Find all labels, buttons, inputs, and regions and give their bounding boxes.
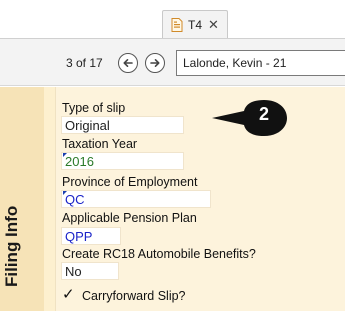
close-icon[interactable]: ✕: [208, 18, 219, 31]
pension-plan-value: QPP: [65, 229, 93, 244]
taxation-year-value: 2016: [65, 154, 94, 169]
section-title: Filing Info: [2, 206, 22, 287]
client-selector[interactable]: Lalonde, Kevin - 21: [176, 50, 345, 76]
arrow-left-icon: [123, 59, 133, 67]
section-band: Filing Info: [0, 87, 44, 311]
pension-plan-label: Applicable Pension Plan: [62, 211, 197, 225]
carryforward-checkbox[interactable]: ✓: [62, 285, 75, 303]
next-record-button[interactable]: [145, 53, 165, 73]
pension-plan-field[interactable]: QPP: [61, 227, 121, 245]
section-gutter: [44, 87, 56, 311]
arrow-right-icon: [150, 59, 160, 67]
tab-title: T4: [188, 17, 203, 32]
rc18-field[interactable]: No: [61, 262, 119, 280]
section-title-text: Filing Info: [2, 205, 21, 287]
rc18-value: No: [65, 264, 82, 279]
override-marker: [63, 153, 67, 157]
province-field[interactable]: QC: [61, 190, 211, 208]
type-of-slip-value: Original: [65, 118, 110, 133]
tab-strip: T4 ✕: [0, 0, 345, 40]
record-toolbar: 3 of 17 Lalonde, Kevin - 21: [0, 38, 345, 86]
taxation-year-field[interactable]: 2016: [61, 152, 184, 170]
rc18-label: Create RC18 Automobile Benefits?: [62, 247, 256, 261]
document-form-icon: [171, 17, 183, 32]
province-value: QC: [65, 192, 85, 207]
type-of-slip-label: Type of slip: [62, 101, 126, 115]
previous-record-button[interactable]: [118, 53, 138, 73]
callout-number: 2: [258, 104, 269, 124]
override-marker: [63, 191, 67, 195]
type-of-slip-field[interactable]: Original: [61, 116, 184, 134]
province-label: Province of Employment: [62, 175, 198, 189]
carryforward-label: Carryforward Slip?: [82, 289, 186, 303]
taxation-year-label: Taxation Year: [62, 137, 138, 151]
tab-t4[interactable]: T4 ✕: [162, 10, 228, 38]
record-counter: 3 of 17: [66, 56, 103, 70]
